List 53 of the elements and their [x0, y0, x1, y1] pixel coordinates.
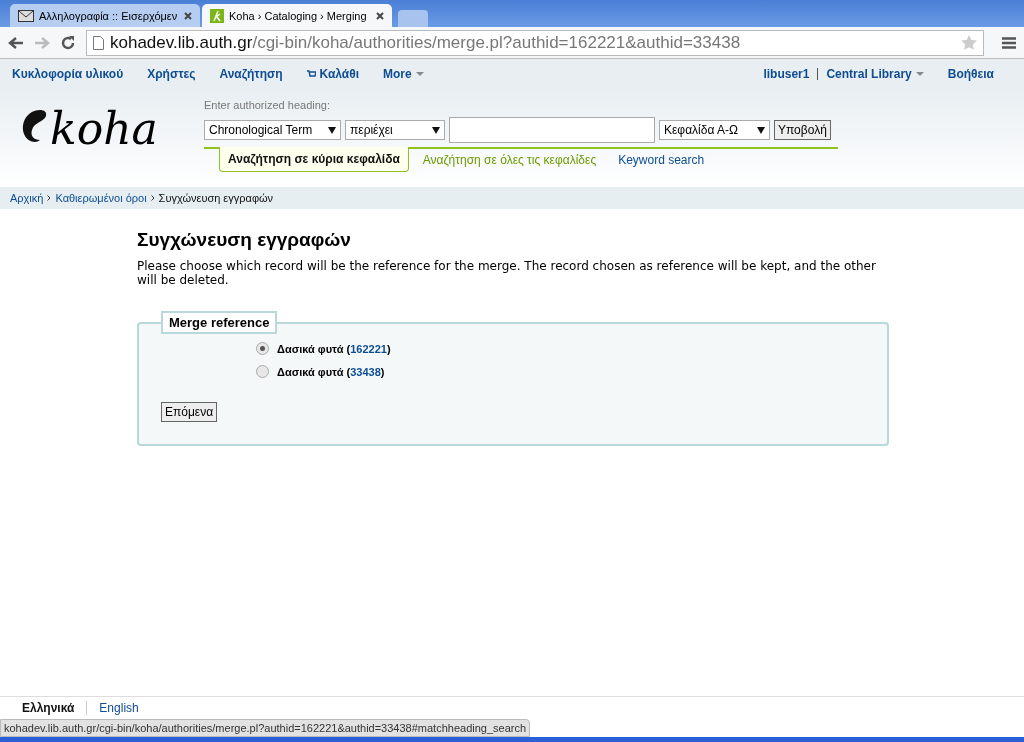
- status-bubble: kohadev.lib.auth.gr/cgi-bin/koha/authorities/merge.pl?authid=162221&authid=33438#matchheading_search: [0, 719, 531, 737]
- caret-icon: [915, 72, 924, 76]
- search-field[interactable]: [449, 117, 655, 143]
- breadcrumb-current: Συγχώνευση εγγραφών: [158, 192, 274, 204]
- record-label: Δασικά φυτά (162221): [277, 342, 391, 355]
- browser-tab[interactable]: Koha › Cataloging › Merging: [202, 4, 392, 27]
- page-icon: [93, 35, 104, 50]
- record-link[interactable]: 162221: [350, 342, 387, 355]
- radio-button[interactable]: [256, 342, 269, 355]
- dropdown-arrow-icon: [432, 126, 440, 134]
- star-icon[interactable]: [960, 33, 978, 52]
- close-icon[interactable]: [376, 11, 384, 20]
- browser-tab[interactable]: Αλληλογραφία :: Εισερχόμεν: [10, 4, 200, 27]
- nav-link[interactable]: Αναζήτηση: [219, 67, 283, 81]
- koha-logo: koha: [20, 89, 204, 187]
- language-link[interactable]: English: [99, 701, 151, 715]
- record-link[interactable]: 33438: [350, 365, 381, 378]
- caret-icon: [415, 72, 424, 76]
- page-title: Συγχώνευση εγγραφών: [137, 229, 352, 251]
- order-select[interactable]: Κεφαλίδα Α-Ω: [659, 120, 770, 140]
- nav-link[interactable]: Κυκλοφορία υλικού: [12, 67, 124, 81]
- envelope-icon: [18, 9, 34, 22]
- search-tab[interactable]: Keyword search: [610, 147, 713, 172]
- radio-button[interactable]: [256, 365, 269, 378]
- language-link[interactable]: Ελληνικά: [22, 701, 88, 715]
- user-link[interactable]: libuser1: [763, 67, 810, 81]
- library-link[interactable]: Central Library: [826, 67, 924, 81]
- search-label: Enter authorized heading:: [204, 99, 331, 111]
- fieldset-legend: Merge reference: [161, 311, 278, 334]
- search-tab[interactable]: Αναζήτηση σε κύρια κεφαλίδα: [219, 147, 409, 172]
- breadcrumb-link[interactable]: Αρχική: [10, 192, 44, 204]
- back-icon[interactable]: [8, 35, 24, 50]
- cart-icon: [306, 69, 316, 79]
- breadcrumb-link[interactable]: Καθιερωμένοι όροι: [55, 192, 147, 204]
- operator-select[interactable]: περιέχει: [345, 120, 445, 140]
- close-icon[interactable]: [184, 11, 192, 20]
- type-select[interactable]: Chronological Term: [204, 120, 341, 140]
- nav-link[interactable]: Καλάθι: [306, 67, 360, 81]
- chevron-icon: [47, 195, 52, 201]
- intro-text: Please choose which record will be the reference for the merge. The record chosen as reference will be kept, and the other will be deleted.: [137, 259, 877, 287]
- nav-link[interactable]: Χρήστες: [147, 67, 196, 81]
- record-label: Δασικά φυτά (33438): [277, 365, 385, 378]
- reload-icon[interactable]: [60, 34, 76, 51]
- leaf-logo-icon: [210, 8, 224, 23]
- next-button[interactable]: Επόμενα: [161, 402, 218, 422]
- dropdown-arrow-icon: [328, 126, 336, 134]
- dropdown-arrow-icon: [757, 126, 765, 134]
- address-bar[interactable]: kohadev.lib.auth.gr/cgi-bin/koha/authorities/merge.pl?authid=162221&authid=33438: [86, 29, 984, 56]
- submit-button[interactable]: Υποβολή: [774, 120, 831, 140]
- help-link[interactable]: Βοήθεια: [947, 67, 994, 81]
- nav-link[interactable]: More: [383, 67, 424, 81]
- chevron-icon: [150, 195, 155, 201]
- menu-icon[interactable]: [1002, 36, 1016, 49]
